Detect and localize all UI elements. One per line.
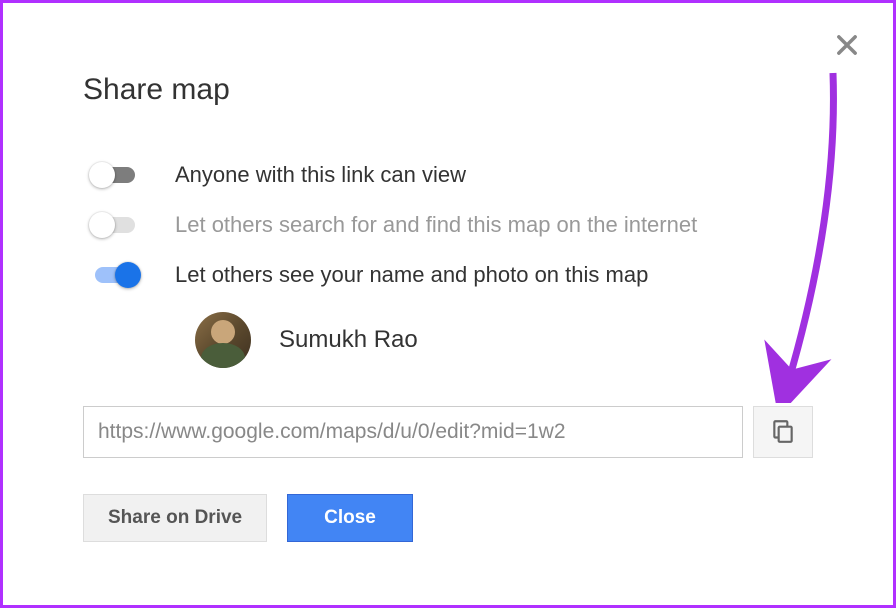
toggle-label: Let others search for and find this map … xyxy=(175,212,697,238)
toggle-row-search: Let others search for and find this map … xyxy=(89,212,813,238)
toggle-row-link-view: Anyone with this link can view xyxy=(89,162,813,188)
copy-button[interactable] xyxy=(753,406,813,458)
avatar xyxy=(195,312,251,368)
toggle-name-photo[interactable] xyxy=(89,263,141,287)
toggle-label: Let others see your name and photo on th… xyxy=(175,262,648,288)
share-url-input[interactable] xyxy=(83,406,743,458)
copy-icon xyxy=(770,418,796,447)
toggle-label: Anyone with this link can view xyxy=(175,162,466,188)
share-map-dialog: Share map Anyone with this link can view… xyxy=(3,3,893,605)
toggle-search-internet[interactable] xyxy=(89,213,141,237)
share-on-drive-button[interactable]: Share on Drive xyxy=(83,494,267,542)
profile-row: Sumukh Rao xyxy=(195,312,813,368)
close-icon[interactable] xyxy=(833,31,861,59)
toggle-anyone-link[interactable] xyxy=(89,163,141,187)
close-button[interactable]: Close xyxy=(287,494,413,542)
dialog-title: Share map xyxy=(83,73,813,107)
button-row: Share on Drive Close xyxy=(83,494,813,542)
share-url-row xyxy=(83,406,813,458)
profile-name: Sumukh Rao xyxy=(279,326,418,354)
toggle-row-name-photo: Let others see your name and photo on th… xyxy=(89,262,813,288)
